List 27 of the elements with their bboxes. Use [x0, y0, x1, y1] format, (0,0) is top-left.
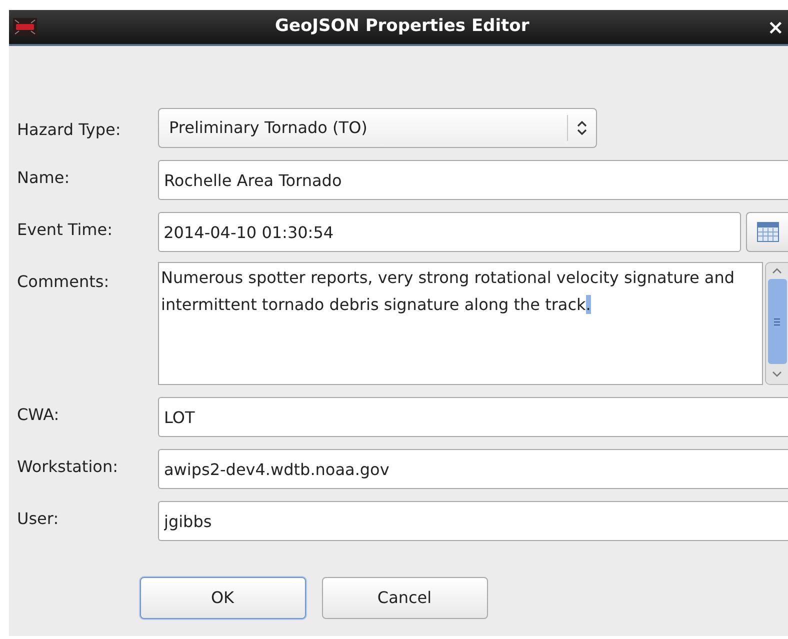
field-label: Hazard Type:: [16, 119, 122, 141]
field-label: Workstation:: [16, 456, 119, 478]
scrollbar-thumb[interactable]: [768, 279, 786, 364]
ok-button[interactable]: OK: [140, 577, 306, 619]
cancel-button[interactable]: Cancel: [322, 577, 488, 619]
field-label: Event Time:: [16, 219, 114, 241]
hazard-type-dropdown[interactable]: Preliminary Tornado (TO): [158, 108, 597, 148]
comments-text-area[interactable]: Numerous spotter reports, very strong rotational velocity signature and intermittent tornado debris signature along the track.: [158, 262, 763, 385]
input-field[interactable]: 2014-04-10 01:30:54: [158, 212, 742, 252]
scroll-down-icon: [772, 370, 782, 378]
input-field[interactable]: Rochelle Area Tornado: [158, 160, 788, 200]
calendar-icon: [756, 222, 779, 242]
field-label: CWA:: [16, 404, 60, 426]
input-field[interactable]: jgibbs: [158, 501, 788, 541]
scroll-up-icon: [772, 267, 782, 275]
chevron-updown-icon: [577, 120, 587, 136]
window-title: GeoJSON Properties Editor: [274, 15, 530, 38]
scrollbar[interactable]: [765, 262, 788, 385]
input-field[interactable]: awips2-dev4.wdtb.noaa.gov: [158, 449, 788, 489]
input-field[interactable]: LOT: [158, 397, 788, 437]
logo-icon: [13, 18, 37, 36]
calendar-button[interactable]: [746, 212, 788, 252]
field-label: Name:: [16, 167, 71, 189]
grip-icon: [773, 318, 781, 326]
field-label: User:: [16, 508, 60, 530]
close-button[interactable]: ×: [767, 17, 784, 37]
field-label: Comments:: [16, 271, 110, 293]
